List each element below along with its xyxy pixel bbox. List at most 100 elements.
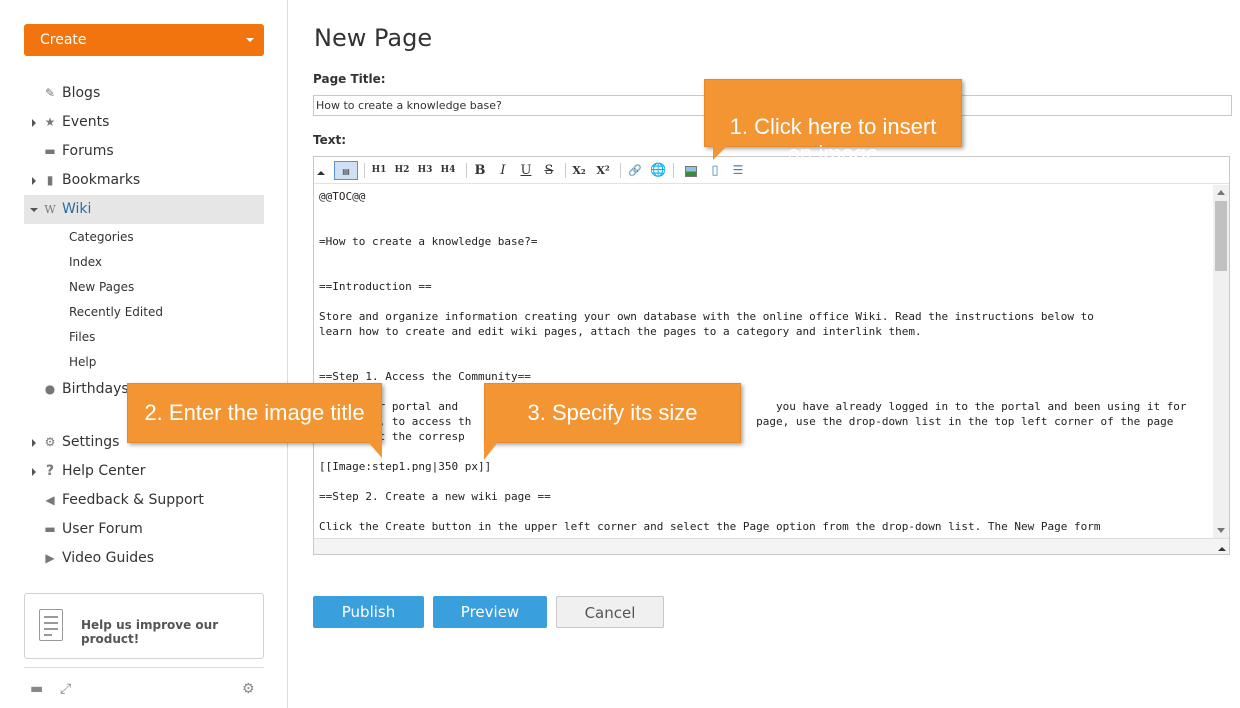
callout-pointer: [368, 442, 382, 458]
superscript-button[interactable]: X²: [594, 161, 612, 180]
sidebar-item-forums[interactable]: ▬ Forums: [24, 137, 264, 166]
chat-icon: ▬: [44, 522, 56, 536]
wiki-icon: W: [44, 203, 56, 216]
editor-line: ==Step 2. Create a new wiki page ==: [319, 490, 551, 503]
wiki-subitem-files[interactable]: Files: [69, 325, 95, 350]
link-icon[interactable]: 🔗: [627, 161, 643, 180]
expand-arrow-icon[interactable]: [32, 119, 36, 127]
editor-line: learn how to create and edit wiki pages,…: [319, 325, 922, 338]
editor-line: Store and organize information creating …: [319, 310, 1094, 323]
question-icon: ?: [45, 463, 55, 479]
page-title: New Page: [314, 24, 433, 52]
underline-button[interactable]: U: [518, 161, 534, 180]
sidebar-item-label: Bookmarks: [62, 172, 141, 188]
editor-line: Enter your portal and you have already l…: [319, 400, 1187, 413]
chevron-down-icon[interactable]: [246, 38, 254, 42]
editor-line: some time, to access th page, use the dr…: [319, 415, 1174, 428]
heading4-button[interactable]: H4: [439, 161, 457, 180]
wiki-subitem-recently-edited[interactable]: Recently Edited: [69, 300, 163, 325]
callout-image-size: 3. Specify its size: [484, 383, 741, 460]
scroll-up-icon[interactable]: [1217, 190, 1225, 195]
expand-icon[interactable]: ⤢: [60, 681, 71, 697]
sidebar-item-label: Forums: [62, 143, 114, 159]
chat-icon[interactable]: ▬: [30, 681, 43, 697]
callout-image-size-text: 3. Specify its size: [527, 400, 698, 425]
collapse-arrow-icon[interactable]: [30, 208, 38, 212]
resize-grip-icon[interactable]: [1218, 547, 1226, 551]
callout-insert-image: 1. Click here to insert an image: [704, 79, 962, 166]
gear-icon[interactable]: ⚙: [242, 681, 255, 697]
text-label: Text:: [313, 133, 347, 147]
sidebar-item-label: Wiki: [62, 201, 92, 217]
sidebar-item-label: User Forum: [62, 521, 143, 537]
editor-scrollbar[interactable]: [1213, 185, 1229, 538]
wysiwyg-toggle-icon[interactable]: ▤: [334, 161, 358, 180]
editor-line: ==Step 1. Access the Community==: [319, 370, 531, 383]
insert-image-icon[interactable]: [683, 161, 699, 180]
feedback-banner-text: Help us improve our product!: [81, 618, 219, 646]
feedback-banner[interactable]: Help us improve our product!: [24, 593, 264, 659]
callout-pointer: [713, 146, 727, 160]
sidebar-item-bookmarks[interactable]: ▮ Bookmarks: [24, 166, 264, 195]
editor-resize-bar[interactable]: [314, 538, 1229, 554]
strikethrough-button[interactable]: S: [541, 161, 557, 180]
sidebar-item-video-guides[interactable]: ▶ Video Guides: [24, 544, 264, 573]
expand-arrow-icon[interactable]: [32, 439, 36, 447]
wiki-subitem-new-pages[interactable]: New Pages: [69, 275, 134, 300]
publish-button[interactable]: Publish: [313, 596, 424, 628]
bookmark-icon: ▮: [46, 173, 54, 187]
gear-icon: ⚙: [44, 435, 56, 449]
forums-icon: ▬: [44, 144, 56, 158]
megaphone-icon: ◀: [45, 493, 55, 507]
italic-button[interactable]: I: [495, 161, 511, 180]
sidebar-item-feedback[interactable]: ◀ Feedback & Support: [24, 486, 264, 515]
create-button[interactable]: Create: [24, 24, 264, 56]
cancel-button[interactable]: Cancel: [556, 596, 664, 628]
editor-line: =How to create a knowledge base?=: [319, 235, 538, 248]
callout-image-title: 2. Enter the image title: [127, 383, 382, 458]
editor-line: @@TOC@@: [319, 190, 366, 203]
birthdays-icon: ●: [44, 382, 56, 396]
preview-button[interactable]: Preview: [433, 596, 547, 628]
expand-arrow-icon[interactable]: [32, 177, 36, 185]
editor-textarea[interactable]: @@TOC@@ =How to create a knowledge base?=…: [314, 185, 1214, 538]
sidebar-item-events[interactable]: ★ Events: [24, 108, 264, 137]
collapse-toolbar-icon[interactable]: [317, 171, 325, 175]
sidebar-item-user-forum[interactable]: ▬ User Forum: [24, 515, 264, 544]
editor-line: Click the Create button in the upper lef…: [319, 520, 1101, 533]
edit-icon: ✎: [44, 86, 56, 100]
survey-icon: [39, 609, 63, 641]
wiki-editor: ▤ H1 H2 H3 H4 B I U S X₂ X² 🔗 🌐 ▯ ☰ @@TO…: [313, 156, 1230, 555]
scrollbar-thumb[interactable]: [1215, 201, 1227, 271]
sidebar-item-label: Events: [62, 114, 110, 130]
editor-line: ==Introduction ==: [319, 280, 432, 293]
callout-image-title-text: 2. Enter the image title: [144, 400, 365, 425]
wiki-subitem-categories[interactable]: Categories: [69, 225, 134, 250]
sidebar-item-blogs[interactable]: ✎ Blogs: [24, 79, 264, 108]
external-link-icon[interactable]: 🌐: [650, 161, 666, 180]
insert-file-icon[interactable]: ▯: [707, 161, 723, 180]
callout-pointer: [484, 442, 498, 460]
sidebar-item-wiki[interactable]: W Wiki: [24, 195, 264, 224]
video-icon: ▶: [45, 551, 55, 565]
table-of-contents-icon[interactable]: ☰: [730, 161, 746, 180]
heading2-button[interactable]: H2: [393, 161, 411, 180]
editor-toolbar: ▤ H1 H2 H3 H4 B I U S X₂ X² 🔗 🌐 ▯ ☰: [314, 157, 1229, 184]
create-button-label: Create: [40, 32, 87, 48]
wiki-subitem-help[interactable]: Help: [69, 350, 96, 375]
heading3-button[interactable]: H3: [416, 161, 434, 180]
sidebar-item-label: Help Center: [62, 463, 146, 479]
expand-arrow-icon[interactable]: [32, 468, 36, 476]
editor-line: [[Image:step1.png|350 px]]: [319, 460, 492, 473]
page-title-label: Page Title:: [313, 72, 386, 86]
bold-button[interactable]: B: [472, 161, 488, 180]
sidebar-item-help-center[interactable]: ? Help Center: [24, 457, 264, 486]
sidebar-item-label: Feedback & Support: [62, 492, 204, 508]
scroll-down-icon[interactable]: [1217, 528, 1225, 533]
sidebar-item-label: Video Guides: [62, 550, 155, 566]
heading1-button[interactable]: H1: [370, 161, 388, 180]
sidebar-item-label: Birthdays: [62, 381, 129, 397]
subscript-button[interactable]: X₂: [570, 161, 588, 180]
sidebar-item-label: Blogs: [62, 85, 101, 101]
wiki-subitem-index[interactable]: Index: [69, 250, 102, 275]
